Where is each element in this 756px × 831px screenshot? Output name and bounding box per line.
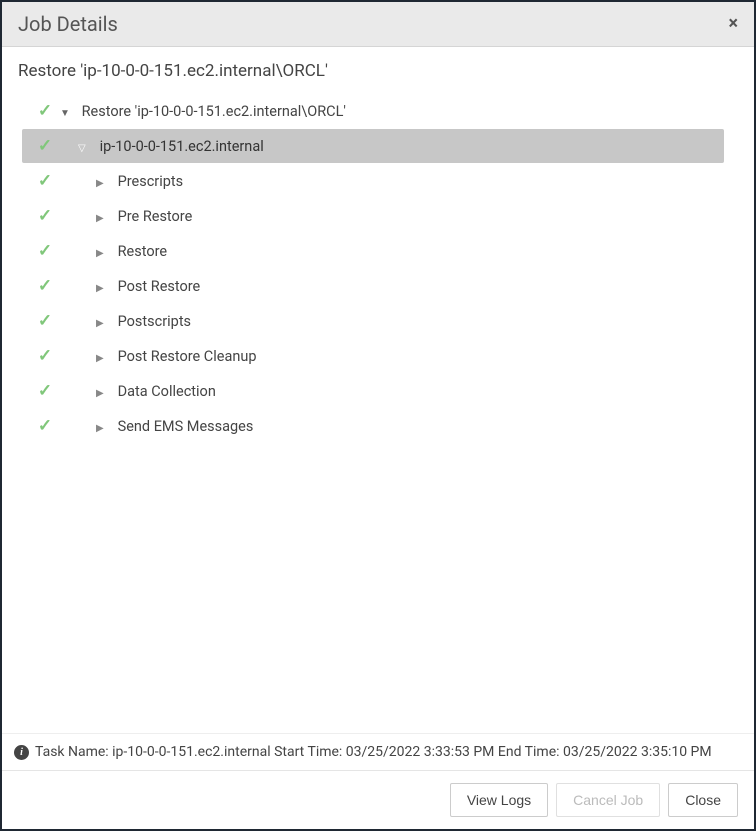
caret-right-icon[interactable]: ▶ (96, 318, 108, 329)
tree-label: ip-10-0-0-151.ec2.internal (100, 138, 264, 155)
caret-right-icon[interactable]: ▶ (96, 213, 108, 224)
tree-label: Restore (118, 243, 167, 260)
caret-down-icon[interactable]: ▽ (78, 143, 90, 154)
tree-row-step[interactable]: ✓ ▶ Data Collection (22, 374, 724, 408)
tree-row-step[interactable]: ✓ ▶ Post Restore Cleanup (22, 339, 724, 373)
caret-right-icon[interactable]: ▶ (96, 248, 108, 259)
tree-row-step[interactable]: ✓ ▶ Postscripts (22, 304, 724, 338)
tree-label: Data Collection (118, 383, 216, 400)
cancel-job-button: Cancel Job (556, 783, 660, 817)
check-icon: ✓ (38, 101, 52, 121)
tree-row-step[interactable]: ✓ ▶ Prescripts (22, 164, 724, 198)
tree-label: Prescripts (118, 173, 184, 190)
tree-label: Post Restore Cleanup (118, 348, 257, 365)
tree-label: Pre Restore (118, 208, 193, 225)
check-icon: ✓ (38, 171, 52, 191)
view-logs-button[interactable]: View Logs (450, 783, 548, 817)
check-icon: ✓ (38, 276, 52, 296)
close-icon[interactable]: × (728, 15, 738, 33)
tree-row-step[interactable]: ✓ ▶ Send EMS Messages (22, 409, 724, 443)
dialog-header: Job Details × (2, 2, 754, 47)
tree-row-step[interactable]: ✓ ▶ Post Restore (22, 269, 724, 303)
tree-label: Post Restore (118, 278, 201, 295)
dialog-body: Restore 'ip-10-0-0-151.ec2.internal\ORCL… (2, 47, 754, 770)
tree-row-host[interactable]: ✓ ▽ ip-10-0-0-151.ec2.internal (22, 129, 724, 163)
tree-row-root[interactable]: ✓ ▼ Restore 'ip-10-0-0-151.ec2.internal\… (22, 94, 724, 128)
dialog-footer: View Logs Cancel Job Close (2, 770, 754, 829)
status-bar: i Task Name: ip-10-0-0-151.ec2.internal … (2, 733, 754, 770)
caret-right-icon[interactable]: ▶ (96, 178, 108, 189)
check-icon: ✓ (38, 241, 52, 261)
close-button[interactable]: Close (668, 783, 738, 817)
tree-container[interactable]: ✓ ▼ Restore 'ip-10-0-0-151.ec2.internal\… (2, 89, 754, 733)
tree-row-step[interactable]: ✓ ▶ Restore (22, 234, 724, 268)
check-icon: ✓ (38, 206, 52, 226)
caret-right-icon[interactable]: ▶ (96, 353, 108, 364)
caret-right-icon[interactable]: ▶ (96, 283, 108, 294)
status-text: Task Name: ip-10-0-0-151.ec2.internal St… (35, 744, 712, 760)
restore-title: Restore 'ip-10-0-0-151.ec2.internal\ORCL… (2, 47, 754, 89)
check-icon: ✓ (38, 381, 52, 401)
caret-down-icon[interactable]: ▼ (60, 108, 72, 119)
check-icon: ✓ (38, 416, 52, 436)
check-icon: ✓ (38, 311, 52, 331)
caret-right-icon[interactable]: ▶ (96, 388, 108, 399)
dialog-title: Job Details (18, 12, 118, 36)
job-details-dialog: Job Details × Restore 'ip-10-0-0-151.ec2… (0, 0, 756, 831)
check-icon: ✓ (38, 136, 52, 156)
info-icon: i (14, 745, 29, 760)
caret-right-icon[interactable]: ▶ (96, 423, 108, 434)
tree-row-step[interactable]: ✓ ▶ Pre Restore (22, 199, 724, 233)
tree-label: Postscripts (118, 313, 191, 330)
tree-label: Restore 'ip-10-0-0-151.ec2.internal\ORCL… (82, 103, 346, 120)
check-icon: ✓ (38, 346, 52, 366)
tree-label: Send EMS Messages (118, 418, 254, 435)
